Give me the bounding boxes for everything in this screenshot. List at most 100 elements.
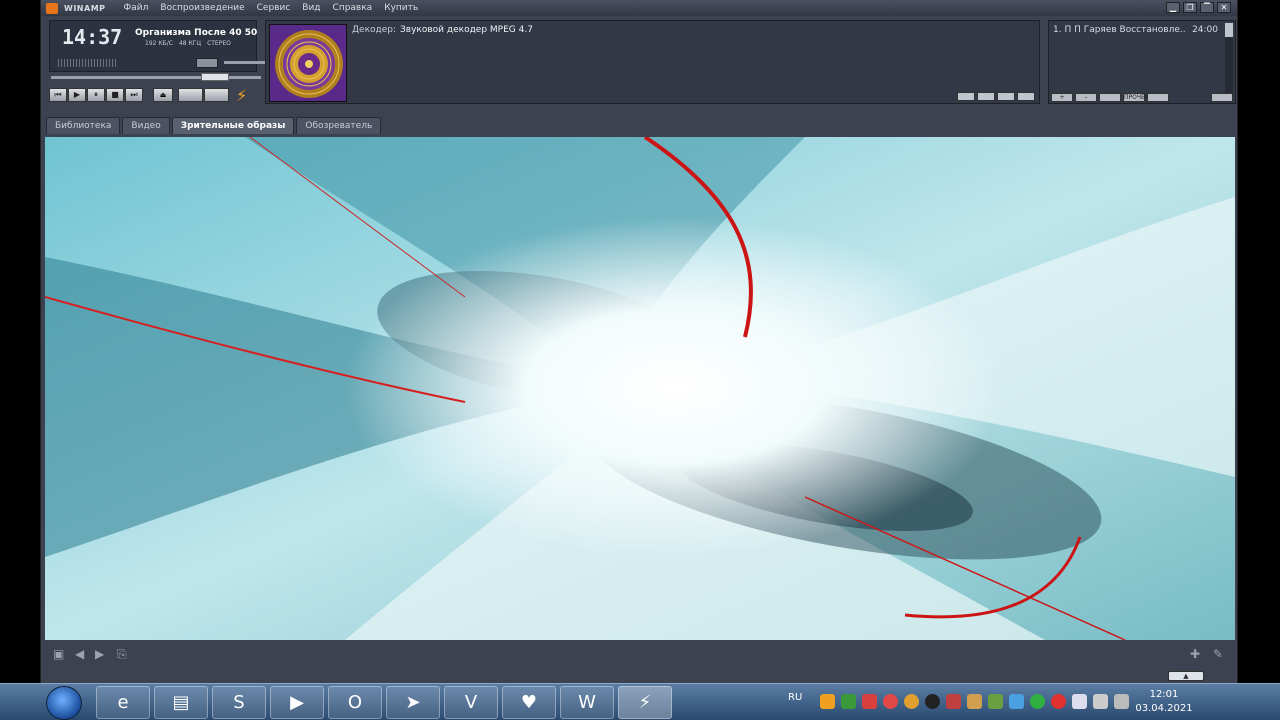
playlist-misc-button[interactable]: ПРОЧЕЕ: [1123, 93, 1149, 102]
channels: СТЕРЕО: [207, 40, 231, 47]
seek-thumb[interactable]: [201, 73, 229, 81]
pause-button[interactable]: ⏸: [87, 88, 105, 102]
taskbar-app-internet-explorer[interactable]: e: [96, 686, 150, 719]
elapsed-time[interactable]: 14:37: [62, 25, 122, 49]
tray-sync-icon[interactable]: [1009, 694, 1024, 709]
track-title: Организма После 40 50 Ле: [135, 28, 260, 38]
next-preset-icon[interactable]: ▶: [95, 647, 104, 661]
playlist-list-button[interactable]: [1147, 93, 1169, 102]
minimize-button[interactable]: ▁: [1166, 2, 1180, 13]
fullscreen-icon[interactable]: ▣: [53, 647, 64, 661]
taskbar-app-vpn[interactable]: V: [444, 686, 498, 719]
shade-button[interactable]: ▔: [1200, 2, 1214, 13]
playlist-add-button[interactable]: +: [1051, 93, 1073, 102]
playlist-scroll-thumb[interactable]: [1225, 23, 1233, 37]
spectrum-analyzer[interactable]: [58, 59, 118, 67]
playlist-select-button[interactable]: [1099, 93, 1121, 102]
tab-bar: Библиотека Видео Зрительные образы Обозр…: [46, 117, 382, 134]
menu-file[interactable]: Файл: [124, 3, 149, 13]
info-toolbar: [957, 92, 1035, 101]
show-desktop-button[interactable]: ▲: [1168, 671, 1204, 681]
tray-antivirus-icon[interactable]: [1051, 694, 1066, 709]
tray-shield-icon[interactable]: [862, 694, 877, 709]
screenshot-icon[interactable]: ⎘: [117, 647, 127, 662]
language-indicator[interactable]: RU: [788, 692, 802, 703]
taskbar-app-telegram[interactable]: ➤: [386, 686, 440, 719]
taskbar-app-word[interactable]: W: [560, 686, 614, 719]
plugin-icon[interactable]: ✚: [1190, 647, 1200, 661]
taskbar-app-media-player[interactable]: ▶: [270, 686, 324, 719]
playlist-item[interactable]: 1. П П Гаряев Восстановле... 24:00: [1053, 25, 1218, 35]
system-tray: RU 12:01 03.04.2021: [784, 684, 1204, 720]
eject-button[interactable]: ⏏: [153, 88, 173, 102]
tray-icons: [820, 694, 1129, 709]
tab-browser[interactable]: Обозреватель: [296, 117, 382, 134]
restore-button[interactable]: ❐: [1183, 2, 1197, 13]
tab-video[interactable]: Видео: [122, 117, 170, 134]
decoder-info: Декодер: Звуковой декодер MPEG 4.7: [352, 25, 533, 35]
seek-bar[interactable]: [51, 76, 261, 79]
repeat-button[interactable]: [204, 88, 229, 102]
visualization-toolbar: ▣ ◀ ▶ ⎘ ✚ ✎: [45, 642, 1235, 666]
taskbar-app-heart[interactable]: ♥: [502, 686, 556, 719]
tray-update-icon[interactable]: [988, 694, 1003, 709]
info-panel: Декодер: Звуковой декодер MPEG 4.7: [265, 20, 1040, 104]
screen: WINAMP Файл Воспроизведение Сервис Вид С…: [0, 0, 1280, 720]
winamp-logo-icon: [46, 2, 58, 14]
menu-help[interactable]: Справка: [333, 3, 373, 13]
tray-tool-icon[interactable]: [946, 694, 961, 709]
menu-buy[interactable]: Купить: [384, 3, 418, 13]
decoder-value: Звуковой декодер MPEG 4.7: [400, 25, 533, 35]
transport-controls: ⏮ ▶ ⏸ ■ ⏭: [49, 88, 143, 102]
previous-button[interactable]: ⏮: [49, 88, 67, 102]
playlist-item-duration: 24:00: [1192, 25, 1218, 35]
taskbar-app-winamp[interactable]: ⚡: [618, 686, 672, 719]
album-art: [269, 24, 347, 102]
info-button[interactable]: [957, 92, 975, 101]
stop-button[interactable]: ■: [106, 88, 124, 102]
shuffle-button[interactable]: [178, 88, 203, 102]
tray-record-icon[interactable]: [925, 694, 940, 709]
tray-check-icon[interactable]: [1030, 694, 1045, 709]
tray-flag-icon[interactable]: [1093, 694, 1108, 709]
menu-tools[interactable]: Сервис: [257, 3, 291, 13]
previous-preset-icon[interactable]: ◀: [75, 647, 84, 661]
tab-library[interactable]: Библиотека: [46, 117, 121, 134]
tray-volume-icon[interactable]: [1072, 694, 1087, 709]
bitrate: 192 КБ/С: [145, 40, 173, 47]
menu-playback[interactable]: Воспроизведение: [160, 3, 244, 13]
tray-chrome-icon[interactable]: [904, 694, 919, 709]
tray-opera-icon[interactable]: [883, 694, 898, 709]
visualization-canvas[interactable]: [45, 137, 1235, 640]
taskbar-app-opera[interactable]: O: [328, 686, 382, 719]
playlist-scrollbar[interactable]: [1225, 23, 1233, 93]
title-bar: WINAMP Файл Воспроизведение Сервис Вид С…: [41, 0, 1237, 16]
player-panel: 14:37 Организма После 40 50 Ле 192 КБ/С …: [46, 18, 280, 108]
window-buttons: ▁ ❐ ▔ ✕: [1166, 2, 1231, 13]
playlist-options-button[interactable]: [1211, 93, 1233, 102]
letterbox-left: [0, 0, 40, 683]
find-button[interactable]: [977, 92, 995, 101]
taskbar-app-file-explorer[interactable]: ▤: [154, 686, 208, 719]
tray-box-icon[interactable]: [967, 694, 982, 709]
start-button[interactable]: [46, 686, 82, 720]
lightning-icon[interactable]: ⚡: [236, 86, 247, 105]
taskbar-app-skype[interactable]: S: [212, 686, 266, 719]
tab-visualization[interactable]: Зрительные образы: [171, 117, 295, 134]
playlist-remove-button[interactable]: –: [1075, 93, 1097, 102]
mute-button[interactable]: [196, 58, 218, 68]
shop-button[interactable]: [997, 92, 1015, 101]
decoder-label: Декодер:: [352, 25, 397, 35]
settings-wrench-icon[interactable]: ✎: [1213, 647, 1223, 661]
close-button[interactable]: ✕: [1217, 2, 1231, 13]
clock[interactable]: 12:01 03.04.2021: [1124, 688, 1204, 716]
app-name: WINAMP: [64, 3, 106, 13]
tray-network-icon[interactable]: [841, 694, 856, 709]
play-button[interactable]: ▶: [68, 88, 86, 102]
clock-date: 03.04.2021: [1135, 703, 1193, 714]
menu-view[interactable]: Вид: [302, 3, 320, 13]
tray-winamp-icon[interactable]: [820, 694, 835, 709]
next-button[interactable]: ⏭: [125, 88, 143, 102]
mandala-image: [270, 25, 346, 101]
options-button[interactable]: [1017, 92, 1035, 101]
